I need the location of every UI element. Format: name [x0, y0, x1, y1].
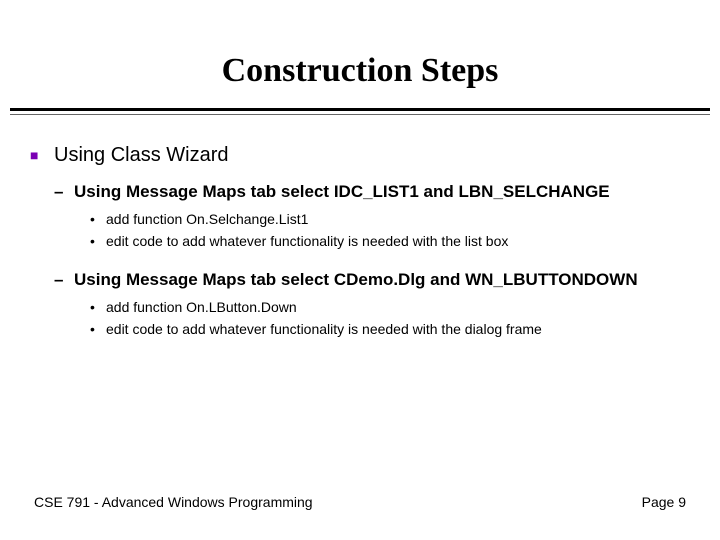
list-item: • add function On.LButton.Down [90, 297, 690, 317]
bullet-text: Using Message Maps tab select IDC_LIST1 … [74, 181, 610, 203]
sublist: • add function On.Selchange.List1 • edit… [90, 209, 690, 251]
bullet-text: add function On.LButton.Down [106, 297, 297, 317]
list-item: – Using Message Maps tab select IDC_LIST… [54, 181, 690, 203]
dash-icon: – [54, 181, 74, 203]
list-item: • edit code to add whatever functionalit… [90, 319, 690, 339]
dot-icon: • [90, 319, 106, 339]
dot-icon: • [90, 231, 106, 251]
footer-right: Page 9 [642, 494, 686, 510]
list-item: – Using Message Maps tab select CDemo.Dl… [54, 269, 690, 291]
sublist: • add function On.LButton.Down • edit co… [90, 297, 690, 339]
bullet-icon: ■ [30, 143, 54, 167]
bullet-text: edit code to add whatever functionality … [106, 319, 542, 339]
bullet-text: add function On.Selchange.List1 [106, 209, 308, 229]
bullet-text: edit code to add whatever functionality … [106, 231, 508, 251]
list-item: • add function On.Selchange.List1 [90, 209, 690, 229]
slide-body: ■ Using Class Wizard – Using Message Map… [0, 115, 720, 339]
footer-left: CSE 791 - Advanced Windows Programming [34, 494, 313, 510]
bullet-text: Using Class Wizard [54, 143, 228, 167]
slide: Construction Steps ■ Using Class Wizard … [0, 0, 720, 540]
dot-icon: • [90, 297, 106, 317]
title-rule [10, 108, 710, 115]
footer: CSE 791 - Advanced Windows Programming P… [34, 494, 686, 510]
slide-title: Construction Steps [0, 0, 720, 108]
list-item: • edit code to add whatever functionalit… [90, 231, 690, 251]
list-item: ■ Using Class Wizard [30, 143, 690, 167]
dash-icon: – [54, 269, 74, 291]
dot-icon: • [90, 209, 106, 229]
bullet-text: Using Message Maps tab select CDemo.Dlg … [74, 269, 638, 291]
